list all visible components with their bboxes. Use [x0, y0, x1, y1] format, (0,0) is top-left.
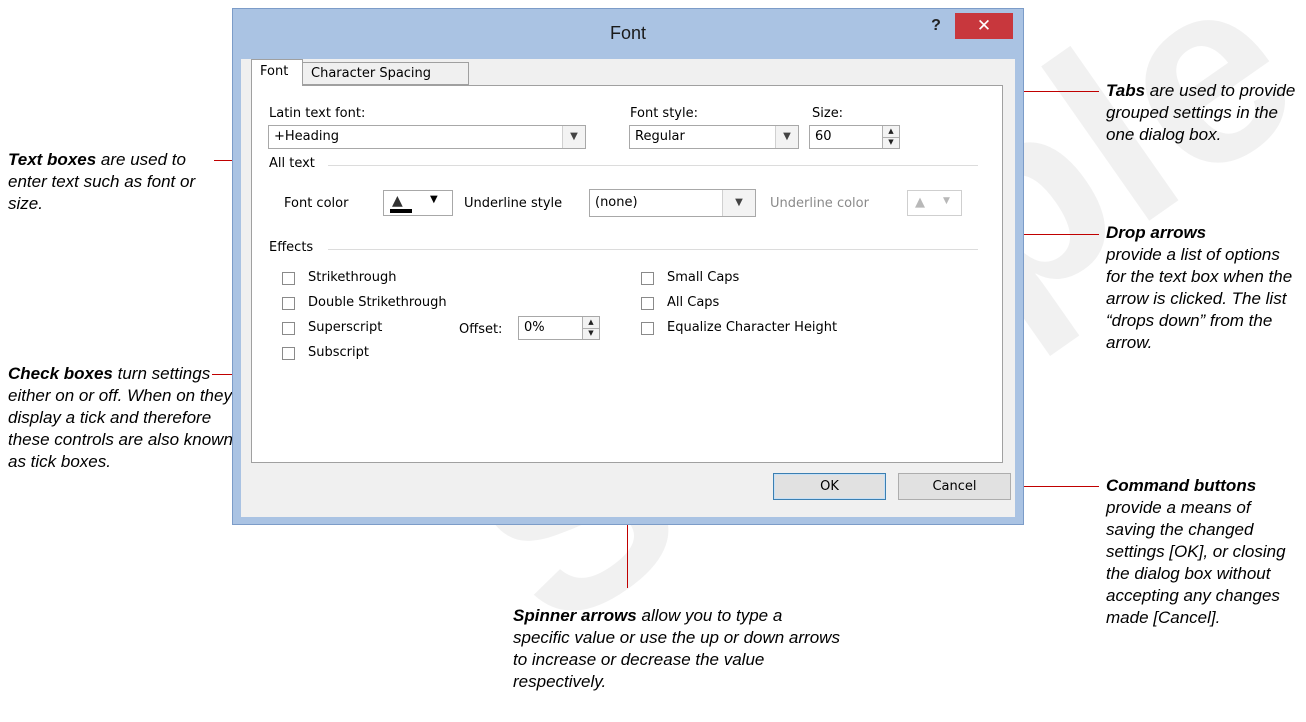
underline-color-button[interactable]: ▲ ▼ [907, 190, 962, 216]
font-color-swatch [390, 209, 412, 213]
close-button[interactable]: ✕ [955, 13, 1013, 39]
tab-character-spacing[interactable]: Character Spacing [303, 62, 469, 85]
subscript-label: Subscript [308, 345, 369, 360]
dialog-client-area: Font Character Spacing Latin text font: … [241, 59, 1015, 517]
help-button[interactable]: ? [921, 17, 951, 41]
dialog-title: Font [609, 23, 647, 43]
effects-separator [328, 249, 978, 250]
size-value: 60 [815, 129, 832, 144]
callout-check-boxes: Check boxes turn settings either on or o… [8, 363, 233, 473]
latin-font-label: Latin text font: [269, 106, 366, 121]
offset-spin-buttons: ▲ ▼ [582, 317, 599, 339]
size-label: Size: [812, 106, 844, 121]
latin-font-value: +Heading [274, 129, 339, 144]
tab-font[interactable]: Font [251, 59, 303, 86]
size-spin-buttons: ▲ ▼ [882, 126, 899, 148]
underline-style-value: (none) [595, 195, 638, 210]
font-style-value: Regular [635, 129, 685, 144]
underline-style-combo[interactable]: (none) ▼ [589, 189, 756, 217]
small-caps-label: Small Caps [667, 270, 740, 285]
callout-text-boxes: Text boxes are used to enter text such a… [8, 149, 223, 215]
callout-text-boxes-bold: Text boxes [8, 150, 97, 169]
font-color-button[interactable]: ▲ ▼ [383, 190, 453, 216]
all-caps-label: All Caps [667, 295, 720, 310]
all-text-separator [328, 165, 978, 166]
font-style-combo[interactable]: Regular ▼ [629, 125, 799, 149]
offset-label: Offset: [459, 322, 503, 337]
dialog-titlebar[interactable]: Font ? ✕ [233, 9, 1023, 59]
latin-font-dropdown-arrow[interactable]: ▼ [562, 126, 585, 148]
cancel-button[interactable]: Cancel [898, 473, 1011, 500]
callout-spinner-arrows-bold: Spinner arrows [513, 606, 637, 625]
strikethrough-label: Strikethrough [308, 270, 397, 285]
ok-button[interactable]: OK [773, 473, 886, 500]
callout-check-boxes-bold: Check boxes [8, 364, 113, 383]
strikethrough-checkbox[interactable] [282, 272, 295, 285]
callout-drop-arrows-bold: Drop arrows [1106, 223, 1207, 242]
font-color-label: Font color [284, 196, 349, 211]
double-strikethrough-checkbox[interactable] [282, 297, 295, 310]
underline-color-label: Underline color [770, 196, 869, 211]
paint-bucket-icon: ▲ [392, 193, 403, 209]
superscript-checkbox[interactable] [282, 322, 295, 335]
offset-down-arrow[interactable]: ▼ [583, 328, 599, 339]
underline-style-label: Underline style [464, 196, 563, 211]
size-spinner[interactable]: 60 ▲ ▼ [809, 125, 900, 149]
all-caps-checkbox[interactable] [641, 297, 654, 310]
double-strikethrough-label: Double Strikethrough [308, 295, 447, 310]
callout-tabs: Tabs are used to provide grouped setting… [1106, 80, 1301, 146]
font-dialog: Font ? ✕ Font Character Spacing Latin te… [232, 8, 1024, 525]
equalize-character-height-label: Equalize Character Height [667, 320, 838, 335]
callout-drop-arrows-text: provide a list of options for the text b… [1106, 245, 1293, 352]
underline-style-dropdown-arrow[interactable]: ▼ [722, 190, 755, 216]
callout-command-buttons-text: provide a means of saving the changed se… [1106, 498, 1286, 627]
callout-tabs-bold: Tabs [1106, 81, 1146, 100]
callout-spinner-arrows: Spinner arrows allow you to type a speci… [513, 605, 843, 693]
all-text-group-label: All text [269, 156, 315, 171]
font-style-dropdown-arrow[interactable]: ▼ [775, 126, 798, 148]
equalize-character-height-checkbox[interactable] [641, 322, 654, 335]
small-caps-checkbox[interactable] [641, 272, 654, 285]
font-tab-panel: Latin text font: Font style: Size: +Head… [251, 85, 1003, 463]
callout-drop-arrows: Drop arrows provide a list of options for… [1106, 222, 1301, 354]
latin-font-combo[interactable]: +Heading ▼ [268, 125, 586, 149]
font-style-label: Font style: [630, 106, 698, 121]
offset-spinner[interactable]: 0% ▲ ▼ [518, 316, 600, 340]
font-color-dropdown-arrow[interactable]: ▼ [430, 194, 438, 205]
callout-command-buttons: Command buttons provide a means of saving… [1106, 475, 1304, 629]
underline-paint-bucket-icon: ▲ [915, 195, 925, 210]
size-down-arrow[interactable]: ▼ [883, 137, 899, 148]
offset-value: 0% [524, 320, 545, 335]
superscript-label: Superscript [308, 320, 383, 335]
effects-group-label: Effects [269, 240, 314, 255]
callout-command-buttons-bold: Command buttons [1106, 476, 1257, 495]
underline-color-dropdown-arrow[interactable]: ▼ [943, 196, 950, 206]
subscript-checkbox[interactable] [282, 347, 295, 360]
